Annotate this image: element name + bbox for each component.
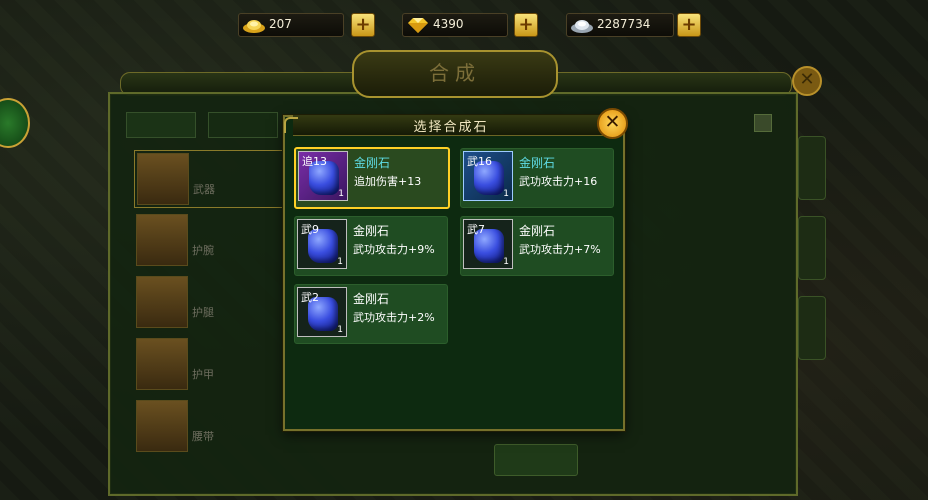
item-slot: 武7 1 [463,219,513,269]
stone-name: 金刚石 [519,224,556,238]
right-side-button[interactable] [798,136,826,200]
stone-desc: 追加伤害+13 [354,175,422,188]
item-slot: 追13 1 [298,151,348,201]
item-thumbnail [136,276,188,328]
item-slot: 武2 1 [297,287,347,337]
gold-ingot-icon [243,20,265,33]
item-slot: 武16 1 [463,151,513,201]
list-item-sub: 护甲 [192,368,214,381]
stone-desc: 武功攻击力+9% [353,243,435,256]
synthesize-button[interactable] [494,444,578,476]
tab-left-2[interactable] [208,112,278,138]
add-diamond-button[interactable]: + [514,13,538,37]
add-silver-button[interactable]: + [677,13,701,37]
stone-name: 金刚石 [519,156,556,170]
dialog-title: 选择合成石 [413,120,489,135]
list-item-sub: 护腿 [192,306,214,319]
item-slot: 武9 1 [297,219,347,269]
stone-item[interactable]: 武2 1 金刚石 武功攻击力+2% [294,284,448,344]
stone-tag: 武2 [301,291,319,304]
list-item-sub: 护腕 [192,244,214,257]
silver-value: 2287734 [597,17,651,31]
list-item[interactable]: 腰带 [134,398,284,454]
add-gold-button[interactable]: + [351,13,375,37]
stone-desc: 武功攻击力+16 [519,175,598,188]
item-thumbnail [137,153,189,205]
stone-tag: 武9 [301,223,319,236]
item-thumbnail [136,400,188,452]
stone-tag: 武16 [467,155,492,168]
silver-currency: 2287734 [566,13,674,37]
diamond-value: 4390 [433,17,464,31]
item-thumbnail [136,338,188,390]
list-item-sub: 武器 [193,183,215,196]
silver-ingot-icon [571,20,593,33]
dialog-close-button[interactable]: ✕ [597,108,628,139]
stone-tag: 追13 [302,155,327,168]
gold-value: 207 [269,17,292,31]
item-thumbnail [136,214,188,266]
stone-count: 1 [503,189,509,199]
stone-desc: 武功攻击力+7% [519,243,601,256]
synthesis-close-button[interactable]: ✕ [792,66,822,96]
stone-count: 1 [337,325,343,335]
help-icon[interactable] [754,114,772,132]
stone-item[interactable]: 追13 1 金刚石 追加伤害+13 [294,147,450,209]
gold-currency: 207 [238,13,344,37]
gold-diamond-icon [408,18,428,33]
synthesis-panel-title: 合成 [352,50,558,98]
stone-name: 金刚石 [353,292,390,306]
stone-name: 金刚石 [354,156,391,170]
stone-count: 1 [338,189,344,199]
stone-tag: 武7 [467,223,485,236]
diamond-currency: 4390 [402,13,508,37]
stone-count: 1 [503,257,509,267]
list-item-sub: 腰带 [192,430,214,443]
stone-item[interactable]: 武9 1 金刚石 武功攻击力+9% [294,216,448,276]
list-item[interactable]: 护甲 [134,336,284,392]
list-item[interactable]: 武器 [134,150,286,208]
stone-name: 金刚石 [353,224,390,238]
stone-desc: 武功攻击力+2% [353,311,435,324]
right-side-button[interactable] [798,296,826,360]
list-item[interactable]: 护腿 [134,274,284,330]
stone-count: 1 [337,257,343,267]
list-item[interactable]: 护腕 [134,212,284,268]
right-side-button[interactable] [798,216,826,280]
tab-left-1[interactable] [126,112,196,138]
stone-item[interactable]: 武16 1 金刚石 武功攻击力+16 [460,148,614,208]
stone-item[interactable]: 武7 1 金刚石 武功攻击力+7% [460,216,614,276]
